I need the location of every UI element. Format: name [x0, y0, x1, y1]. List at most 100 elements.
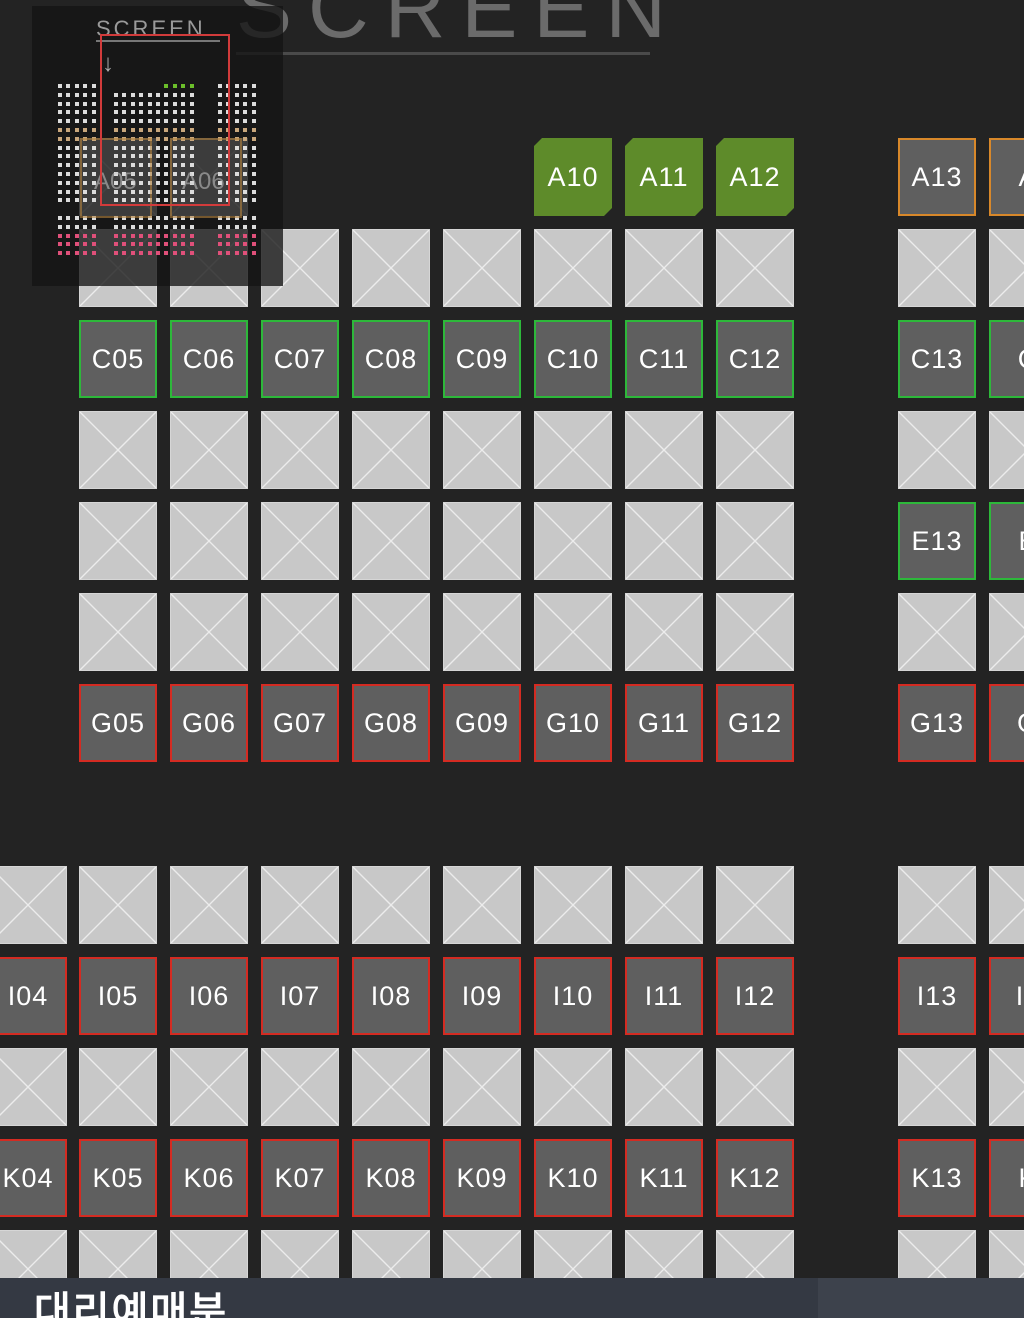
minimap-seat-dot	[114, 242, 118, 247]
minimap-seat-dot	[66, 101, 71, 106]
seat-label: G05	[90, 707, 146, 738]
bottom-bar[interactable]: 대리예매분	[0, 1278, 1024, 1318]
seat-g14[interactable]: G	[989, 684, 1024, 762]
seat-label: C06	[182, 343, 236, 374]
seat-c11[interactable]: C11	[625, 320, 703, 398]
minimap-seat-dot	[218, 224, 222, 229]
seat-label: K07	[274, 1162, 326, 1193]
seat-map[interactable]: SCREEN A10 A11 A12 A13 A C05 C06 C07 C08 C09 C10 C1…	[0, 0, 1024, 1318]
seat-sold	[0, 866, 67, 944]
seat-sold	[0, 1048, 67, 1126]
seat-g06[interactable]: G06	[170, 684, 248, 762]
bottom-bar-side-panel[interactable]	[818, 1278, 1024, 1318]
seat-g07[interactable]: G07	[261, 684, 339, 762]
minimap-seat-dot	[156, 251, 160, 256]
minimap-seat-dot	[130, 233, 135, 238]
minimap-seat-dot	[243, 101, 248, 106]
seat-k14[interactable]: K	[989, 1139, 1024, 1217]
unavailable-x-icon	[717, 230, 793, 306]
unavailable-x-icon	[535, 503, 611, 579]
seat-sold	[716, 411, 794, 489]
seat-g09[interactable]: G09	[443, 684, 521, 762]
seat-k11[interactable]: K11	[625, 1139, 703, 1217]
unavailable-x-icon	[717, 594, 793, 670]
seat-k08[interactable]: K08	[352, 1139, 430, 1217]
seat-c06[interactable]: C06	[170, 320, 248, 398]
minimap-seat-dot	[58, 251, 62, 256]
seat-g10[interactable]: G10	[534, 684, 612, 762]
seat-sold	[534, 411, 612, 489]
seat-c13[interactable]: C13	[898, 320, 976, 398]
seat-c08[interactable]: C08	[352, 320, 430, 398]
minimap-seat-dot	[172, 233, 177, 238]
unavailable-x-icon	[262, 1049, 338, 1125]
seat-e14[interactable]: E	[989, 502, 1024, 580]
seat-a11[interactable]: A11	[625, 138, 703, 216]
minimap-seat-dot	[243, 163, 248, 168]
seat-i06[interactable]: I06	[170, 957, 248, 1035]
seat-c07[interactable]: C07	[261, 320, 339, 398]
seat-k04[interactable]: K04	[0, 1139, 67, 1217]
minimap-seat-dot	[74, 251, 79, 256]
seat-g05[interactable]: G05	[79, 684, 157, 762]
seat-k12[interactable]: K12	[716, 1139, 794, 1217]
seat-i04[interactable]: I04	[0, 957, 67, 1035]
minimap-seat-dot	[58, 154, 62, 159]
seat-label: I10	[552, 980, 594, 1011]
unavailable-x-icon	[0, 867, 66, 943]
minimap-seat-dot	[66, 92, 71, 97]
seat-sold	[261, 866, 339, 944]
seat-i09[interactable]: I09	[443, 957, 521, 1035]
seat-i07[interactable]: I07	[261, 957, 339, 1035]
seat-k13[interactable]: K13	[898, 1139, 976, 1217]
seat-a10[interactable]: A10	[534, 138, 612, 216]
seat-g13[interactable]: G13	[898, 684, 976, 762]
seat-c09[interactable]: C09	[443, 320, 521, 398]
minimap-seat-dot	[226, 251, 231, 256]
seat-k06[interactable]: K06	[170, 1139, 248, 1217]
seat-a12[interactable]: A12	[716, 138, 794, 216]
unavailable-x-icon	[353, 503, 429, 579]
seat-label: I1	[1015, 980, 1024, 1011]
seat-c12[interactable]: C12	[716, 320, 794, 398]
seat-i13[interactable]: I13	[898, 957, 976, 1035]
seat-sold	[443, 1048, 521, 1126]
minimap-seat-dot	[91, 233, 96, 238]
minimap-seat-dot	[234, 119, 239, 124]
seat-e13[interactable]: E13	[898, 502, 976, 580]
seat-k10[interactable]: K10	[534, 1139, 612, 1217]
seat-i12[interactable]: I12	[716, 957, 794, 1035]
unavailable-x-icon	[353, 594, 429, 670]
seat-k09[interactable]: K09	[443, 1139, 521, 1217]
seat-c14[interactable]: C	[989, 320, 1024, 398]
minimap-seat-dot	[243, 84, 248, 88]
minimap-seat-dot	[58, 224, 62, 229]
seat-sold	[261, 593, 339, 671]
seat-sold	[261, 1048, 339, 1126]
minimap-seat-dot	[58, 216, 62, 220]
minimap-seat-dot	[74, 224, 79, 229]
seat-i14[interactable]: I1	[989, 957, 1024, 1035]
minimap-seat-dot	[243, 128, 248, 132]
seat-sold	[534, 502, 612, 580]
seat-i10[interactable]: I10	[534, 957, 612, 1035]
seat-g08[interactable]: G08	[352, 684, 430, 762]
minimap-viewport[interactable]	[100, 34, 230, 206]
seat-k07[interactable]: K07	[261, 1139, 339, 1217]
minimap-seat-dot	[83, 251, 88, 256]
seat-a13[interactable]: A13	[898, 138, 976, 216]
minimap[interactable]: SCREEN ↓ A05 A06	[32, 6, 283, 286]
minimap-seat-dot	[74, 172, 79, 176]
seat-label: G07	[272, 707, 328, 738]
seat-i08[interactable]: I08	[352, 957, 430, 1035]
seat-g11[interactable]: G11	[625, 684, 703, 762]
seat-i05[interactable]: I05	[79, 957, 157, 1035]
seat-c05[interactable]: C05	[79, 320, 157, 398]
seat-sold	[79, 866, 157, 944]
seat-k05[interactable]: K05	[79, 1139, 157, 1217]
seat-i11[interactable]: I11	[625, 957, 703, 1035]
seat-a14[interactable]: A	[989, 138, 1024, 216]
seat-sold	[534, 866, 612, 944]
seat-g12[interactable]: G12	[716, 684, 794, 762]
seat-c10[interactable]: C10	[534, 320, 612, 398]
